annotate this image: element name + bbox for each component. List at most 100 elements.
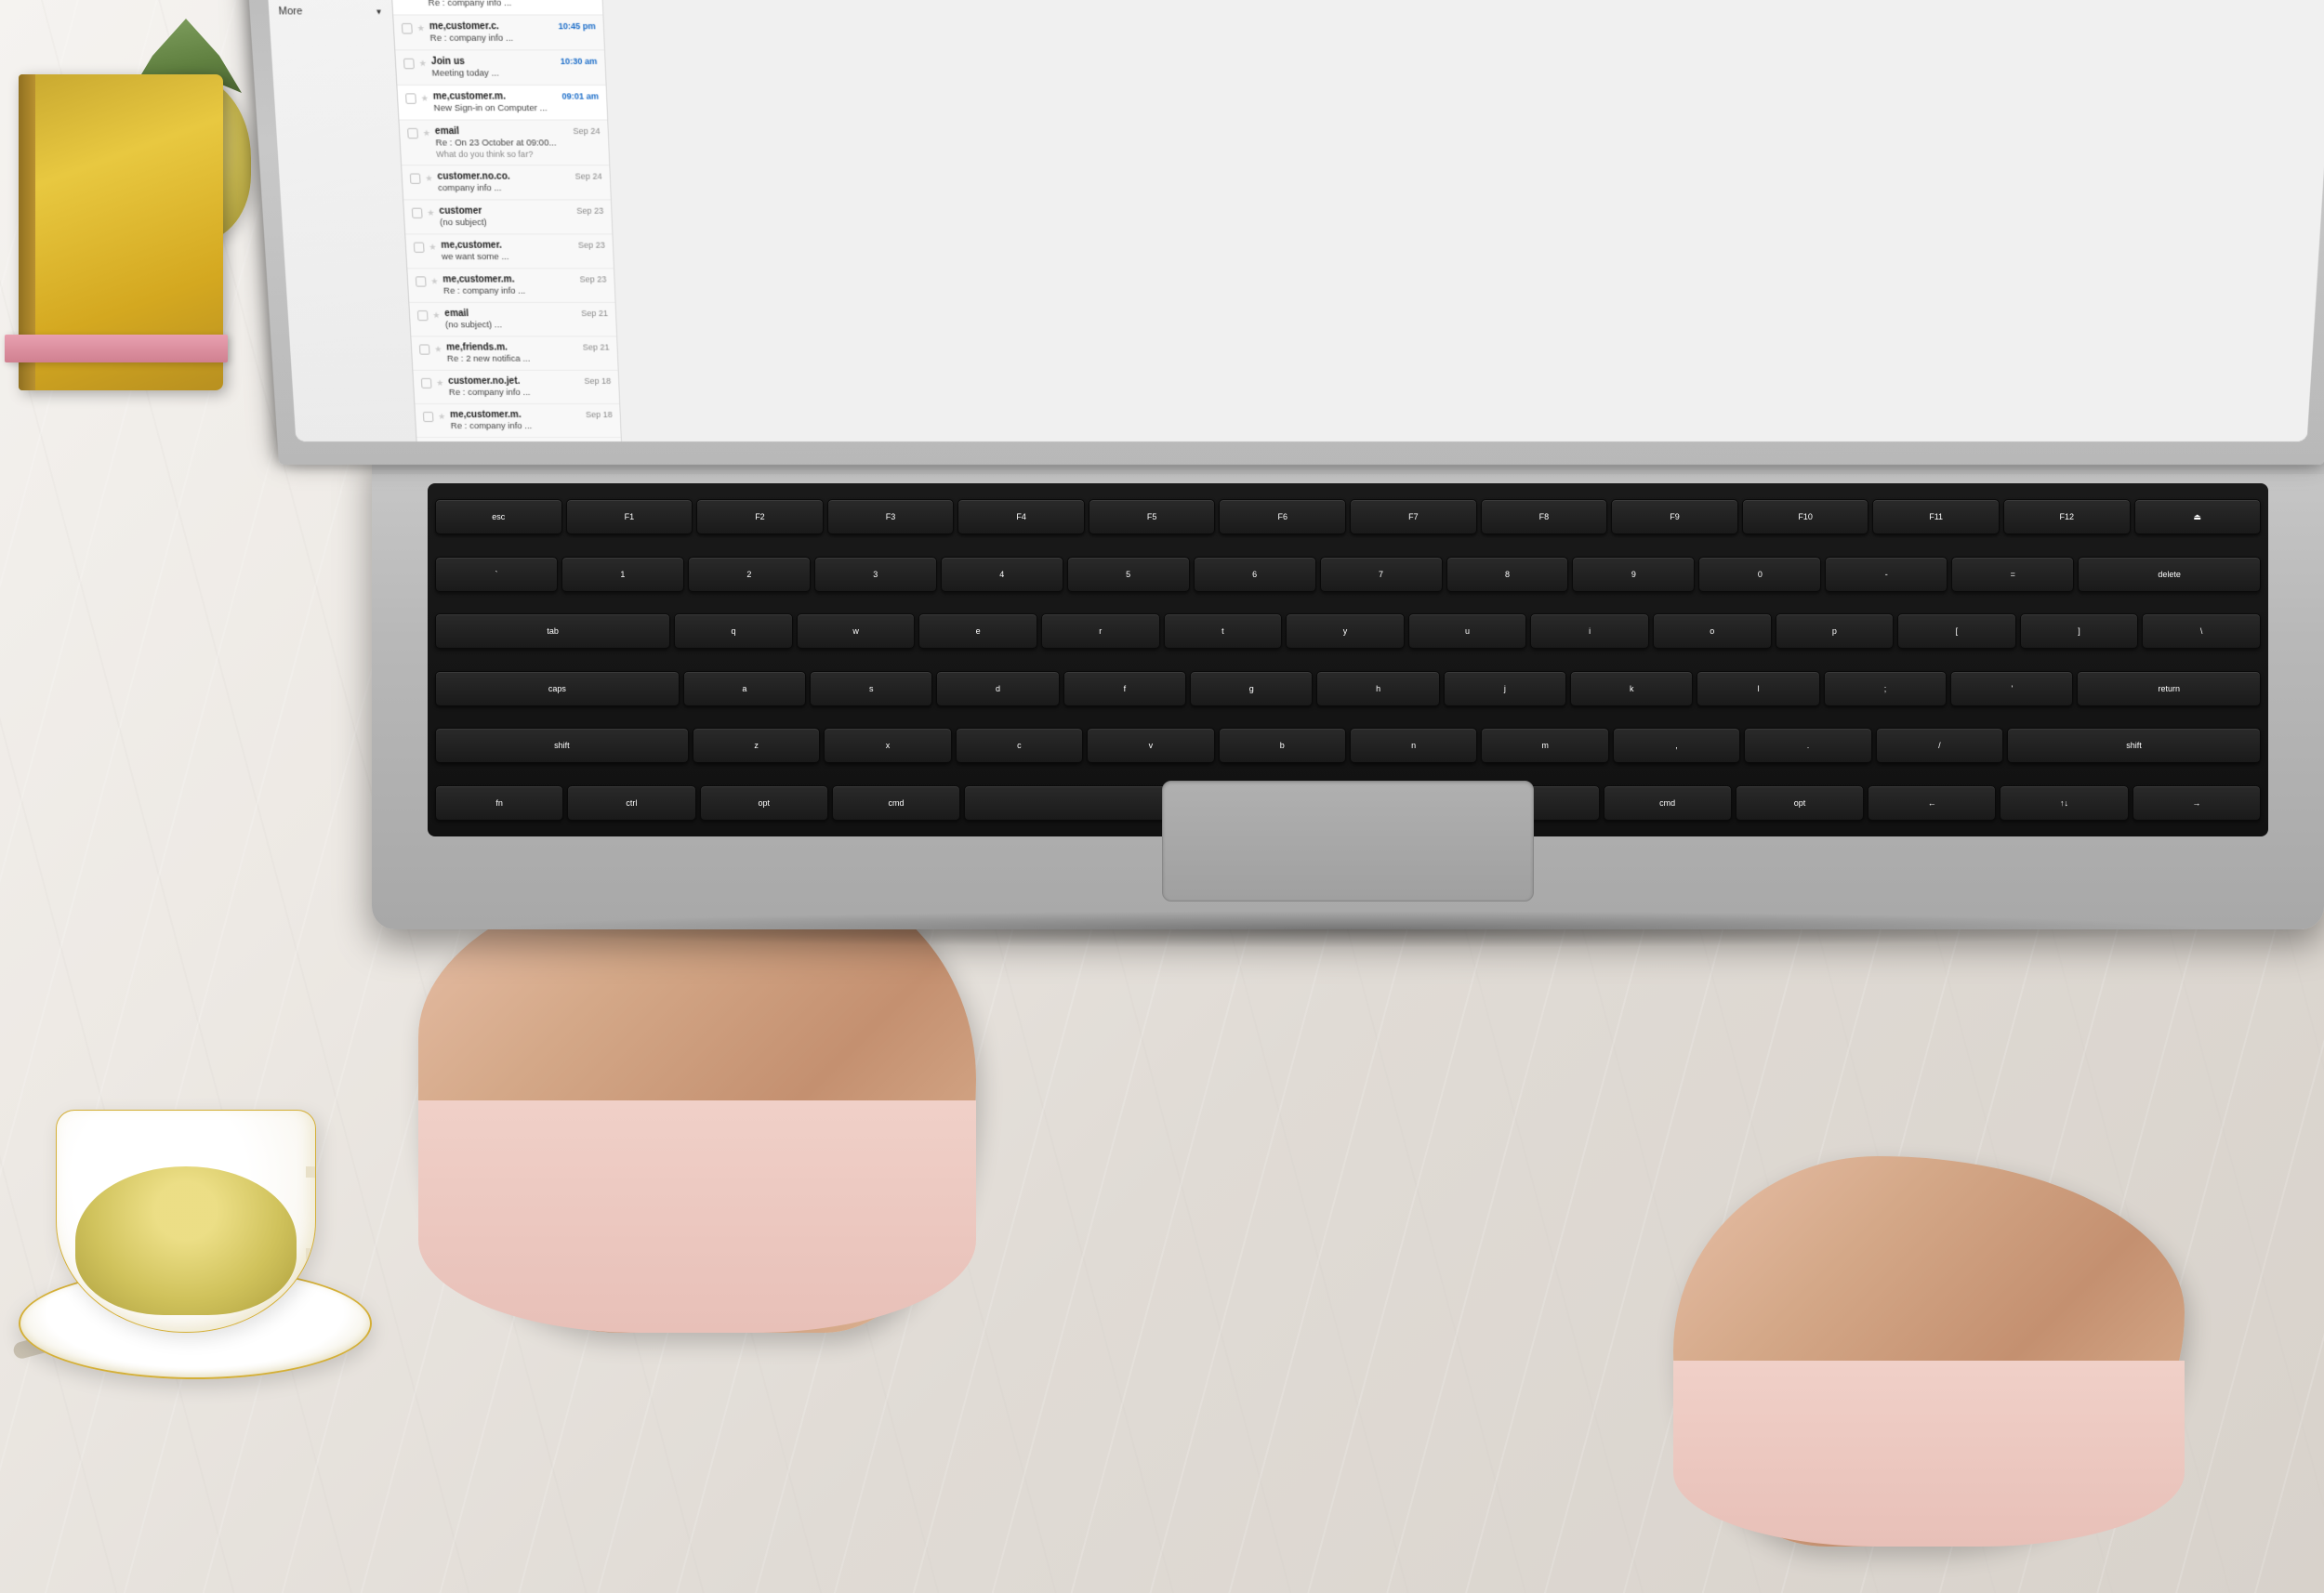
email-star[interactable]: ★ bbox=[434, 345, 442, 355]
key-[interactable]: ] bbox=[2020, 613, 2139, 649]
key-c[interactable]: c bbox=[956, 728, 1083, 763]
email-item[interactable]: ★ me,customer.m. Re : company info ... S… bbox=[415, 404, 620, 438]
key-1[interactable]: 1 bbox=[561, 557, 684, 592]
key-a[interactable]: a bbox=[683, 671, 806, 706]
key-shift[interactable]: shift bbox=[2007, 728, 2261, 763]
key-z[interactable]: z bbox=[693, 728, 820, 763]
key-caps[interactable]: caps bbox=[435, 671, 680, 706]
email-item[interactable]: ★ me,customer.m. New Sign-in on Computer… bbox=[397, 86, 607, 121]
key-d[interactable]: d bbox=[936, 671, 1059, 706]
email-checkbox[interactable] bbox=[414, 243, 425, 253]
email-checkbox[interactable] bbox=[419, 345, 430, 355]
key-shift[interactable]: shift bbox=[435, 728, 689, 763]
key-[interactable]: \ bbox=[2142, 613, 2261, 649]
sidebar-item-more[interactable]: More ▼ bbox=[269, 2, 393, 21]
email-item[interactable]: ★ me,customer. we want some ... Sep 23 bbox=[405, 234, 614, 269]
key-v[interactable]: v bbox=[1087, 728, 1214, 763]
key-o[interactable]: o bbox=[1653, 613, 1772, 649]
key-h[interactable]: h bbox=[1316, 671, 1439, 706]
email-item[interactable]: ★ me,customer Meeting today ... Sep 15 bbox=[416, 438, 622, 441]
key-opt[interactable]: opt bbox=[1736, 785, 1864, 821]
key-[interactable]: ← bbox=[1868, 785, 1996, 821]
key-fn[interactable]: fn bbox=[435, 785, 563, 821]
email-item[interactable]: ★ customer.no.jet. Re : company info ...… bbox=[413, 371, 619, 404]
key-cmd[interactable]: cmd bbox=[1604, 785, 1732, 821]
email-star[interactable]: ★ bbox=[425, 174, 433, 184]
email-item[interactable]: ★ customer (no subject) Sep 23 bbox=[403, 200, 612, 234]
key-g[interactable]: g bbox=[1190, 671, 1313, 706]
email-checkbox[interactable] bbox=[412, 208, 423, 218]
key-i[interactable]: i bbox=[1530, 613, 1649, 649]
key-l[interactable]: l bbox=[1697, 671, 1819, 706]
key-cmd[interactable]: cmd bbox=[832, 785, 960, 821]
key-F11[interactable]: F11 bbox=[1872, 499, 2000, 534]
key-t[interactable]: t bbox=[1164, 613, 1283, 649]
key-f[interactable]: f bbox=[1063, 671, 1186, 706]
key-[interactable]: = bbox=[1951, 557, 2074, 592]
key-4[interactable]: 4 bbox=[941, 557, 1063, 592]
email-item[interactable]: ★ customer.no.co. company info ... Sep 2… bbox=[402, 165, 611, 200]
key-0[interactable]: 0 bbox=[1698, 557, 1821, 592]
key-e[interactable]: e bbox=[918, 613, 1037, 649]
email-item[interactable]: ★ customer.no.c.c. Re : company info ...… bbox=[391, 0, 602, 16]
key-j[interactable]: j bbox=[1444, 671, 1566, 706]
key-F8[interactable]: F8 bbox=[1481, 499, 1608, 534]
key-delete[interactable]: delete bbox=[2078, 557, 2261, 592]
key-5[interactable]: 5 bbox=[1067, 557, 1190, 592]
key-F4[interactable]: F4 bbox=[957, 499, 1085, 534]
key-[interactable]: ' bbox=[1950, 671, 2073, 706]
email-star[interactable]: ★ bbox=[420, 93, 429, 103]
email-item[interactable]: ★ me,friends.m. Re : 2 new notifica ... … bbox=[411, 336, 617, 370]
email-star[interactable]: ★ bbox=[438, 412, 446, 422]
email-item[interactable]: ★ me,customer.c. Re : company info ... 1… bbox=[393, 16, 604, 51]
email-checkbox[interactable] bbox=[416, 276, 427, 286]
email-star[interactable]: ★ bbox=[422, 128, 430, 138]
email-star[interactable]: ★ bbox=[429, 243, 437, 253]
email-star[interactable]: ★ bbox=[436, 378, 444, 388]
key-F5[interactable]: F5 bbox=[1089, 499, 1216, 534]
key-F1[interactable]: F1 bbox=[566, 499, 693, 534]
key-q[interactable]: q bbox=[674, 613, 793, 649]
key-7[interactable]: 7 bbox=[1320, 557, 1443, 592]
email-item[interactable]: ★ email Re : On 23 October at 09:00... W… bbox=[399, 121, 609, 166]
key-k[interactable]: k bbox=[1570, 671, 1693, 706]
key-[interactable]: [ bbox=[1897, 613, 2016, 649]
key-F12[interactable]: F12 bbox=[2003, 499, 2131, 534]
email-item[interactable]: ★ Join us Meeting today ... 10:30 am bbox=[395, 50, 605, 86]
key-9[interactable]: 9 bbox=[1572, 557, 1695, 592]
key-u[interactable]: u bbox=[1408, 613, 1527, 649]
key-w[interactable]: w bbox=[797, 613, 916, 649]
key-[interactable]: ↑↓ bbox=[2000, 785, 2128, 821]
email-checkbox[interactable] bbox=[405, 93, 416, 103]
email-star[interactable]: ★ bbox=[416, 23, 425, 34]
key-return[interactable]: return bbox=[2077, 671, 2261, 706]
email-star[interactable]: ★ bbox=[432, 310, 441, 321]
key-8[interactable]: 8 bbox=[1446, 557, 1569, 592]
key-opt[interactable]: opt bbox=[700, 785, 828, 821]
key-[interactable]: ⏏ bbox=[2134, 499, 2262, 534]
key-3[interactable]: 3 bbox=[814, 557, 937, 592]
key-F2[interactable]: F2 bbox=[696, 499, 824, 534]
email-checkbox[interactable] bbox=[417, 310, 429, 321]
key-n[interactable]: n bbox=[1350, 728, 1477, 763]
key-x[interactable]: x bbox=[824, 728, 951, 763]
email-star[interactable]: ★ bbox=[427, 208, 435, 218]
email-item[interactable]: ★ email (no subject) ... Sep 21 bbox=[409, 303, 616, 337]
email-item[interactable]: ★ me,customer.m. Re : company info ... S… bbox=[407, 269, 614, 303]
key-6[interactable]: 6 bbox=[1194, 557, 1316, 592]
key-[interactable]: , bbox=[1613, 728, 1740, 763]
key-2[interactable]: 2 bbox=[688, 557, 811, 592]
key-b[interactable]: b bbox=[1219, 728, 1346, 763]
key-r[interactable]: r bbox=[1041, 613, 1160, 649]
key-tab[interactable]: tab bbox=[435, 613, 670, 649]
email-checkbox[interactable] bbox=[403, 59, 415, 70]
key-[interactable]: . bbox=[1744, 728, 1871, 763]
key-[interactable]: / bbox=[1876, 728, 2003, 763]
key-F9[interactable]: F9 bbox=[1611, 499, 1738, 534]
key-s[interactable]: s bbox=[810, 671, 932, 706]
key-F3[interactable]: F3 bbox=[827, 499, 955, 534]
key-[interactable]: ` bbox=[435, 557, 558, 592]
email-checkbox[interactable] bbox=[410, 174, 421, 184]
email-checkbox[interactable] bbox=[423, 412, 434, 422]
email-checkbox[interactable] bbox=[421, 378, 432, 388]
